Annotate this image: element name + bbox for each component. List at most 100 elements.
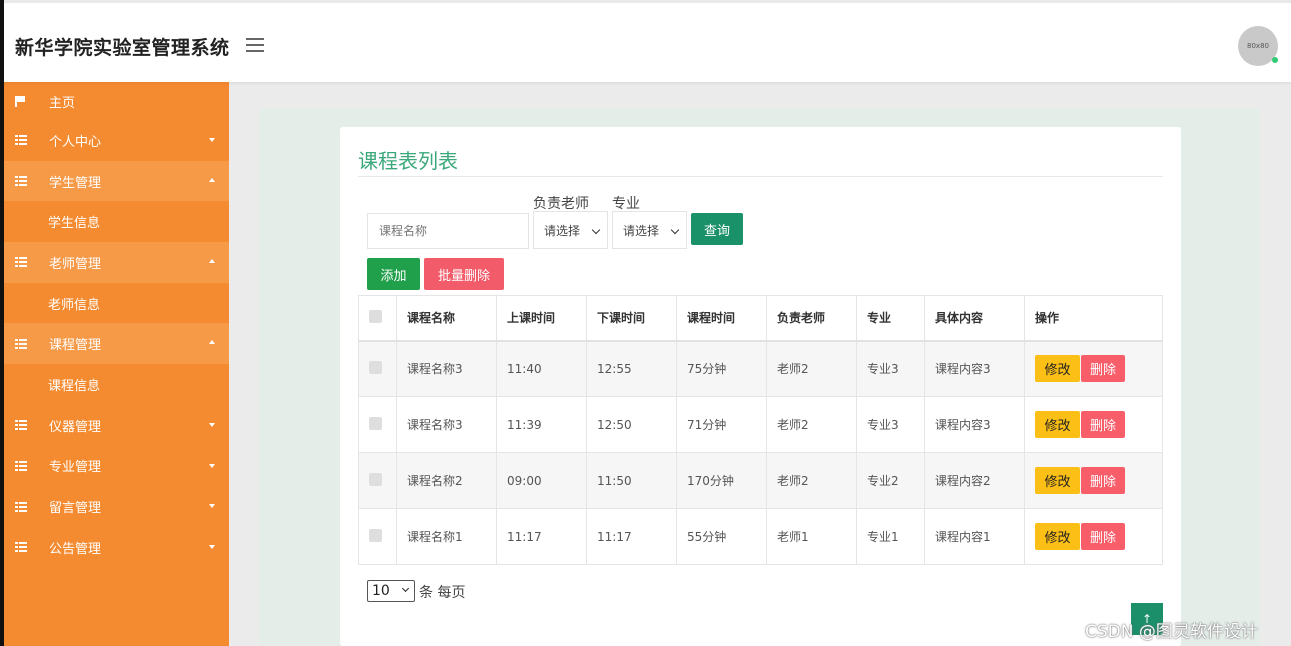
caret-up-icon	[209, 177, 215, 182]
sidebar-item-label: 课程管理	[49, 338, 102, 354]
sidebar-item-course-info[interactable]: 课程信息	[4, 364, 229, 405]
sidebar-item-label: 公告管理	[49, 541, 102, 557]
user-avatar[interactable]: 80x80	[1238, 26, 1278, 66]
cell-teacher: 老师2	[766, 452, 857, 509]
cell-start-time: 09:00	[496, 452, 587, 509]
row-checkbox[interactable]	[369, 360, 382, 374]
edit-button[interactable]: 修改	[1035, 523, 1080, 550]
sidebar-item-label: 专业管理	[49, 460, 102, 476]
sidebar-item-label: 学生管理	[49, 175, 102, 191]
caret-down-icon	[209, 463, 215, 468]
cell-course-name: 课程名称1	[396, 508, 497, 565]
cell-teacher: 老师2	[766, 396, 857, 453]
cell-actions: 修改 删除	[1024, 452, 1163, 509]
sidebar-item-label: 主页	[49, 95, 76, 111]
major-filter-label: 专业	[612, 196, 640, 212]
list-icon	[15, 501, 27, 512]
table-row: 课程名称2 09:00 11:50 170分钟 老师2 专业2 课程内容2 修改…	[358, 452, 1163, 509]
row-select-cell	[358, 508, 397, 565]
major-select[interactable]: 请选择	[612, 211, 687, 249]
caret-down-icon	[209, 138, 215, 142]
add-button[interactable]: 添加	[367, 258, 420, 290]
table-row: 课程名称1 11:17 11:17 55分钟 老师1 专业1 课程内容1 修改删…	[358, 508, 1163, 565]
list-icon	[15, 460, 27, 471]
edit-button[interactable]: 修改	[1035, 467, 1080, 494]
caret-down-icon	[209, 422, 215, 427]
sidebar-item-teacher-info[interactable]: 老师信息	[4, 283, 229, 324]
hamburger-menu-icon[interactable]	[246, 38, 264, 52]
sidebar-item-teacher-management[interactable]: 老师管理	[4, 242, 229, 283]
column-header: 具体内容	[924, 295, 1025, 342]
row-checkbox[interactable]	[369, 416, 382, 430]
sidebar-item-label: 留言管理	[49, 501, 102, 517]
delete-button[interactable]: 删除	[1081, 467, 1125, 494]
list-icon	[15, 176, 27, 187]
sidebar-item-label: 老师信息	[48, 297, 101, 313]
teacher-select[interactable]: 请选择	[533, 211, 608, 249]
cell-content: 课程内容3	[924, 340, 1025, 397]
sidebar-item-instrument-management[interactable]: 仪器管理	[4, 405, 229, 446]
caret-up-icon	[209, 259, 215, 264]
edit-button[interactable]: 修改	[1035, 355, 1080, 383]
sidebar-item-personal-center[interactable]: 个人中心	[4, 120, 229, 161]
chevron-down-icon	[591, 225, 601, 235]
sidebar: 主页 个人中心 学生管理 学生信息 老师管理 老师信息 课程管理 课程信息 仪器…	[4, 82, 229, 646]
teacher-filter-label: 负责老师	[533, 196, 589, 212]
sidebar-item-notice-management[interactable]: 公告管理	[4, 527, 229, 568]
chevron-down-icon	[670, 225, 680, 235]
cell-major: 专业2	[856, 452, 925, 509]
cell-start-time: 11:40	[496, 340, 587, 397]
course-list-panel: 课程表列表 负责老师 专业 请选择 请选择 查询 添加 批量删除 课程名称 上课…	[340, 127, 1181, 646]
avatar-placeholder-text: 80x80	[1247, 42, 1269, 50]
cell-duration: 71分钟	[676, 396, 767, 453]
row-checkbox[interactable]	[369, 528, 382, 542]
flag-icon	[15, 96, 27, 107]
cell-content: 课程内容2	[924, 452, 1025, 509]
sidebar-item-student-info[interactable]: 学生信息	[4, 201, 229, 242]
select-all-cell	[358, 295, 397, 342]
list-icon	[15, 257, 27, 268]
sidebar-item-student-management[interactable]: 学生管理	[4, 160, 229, 202]
row-checkbox[interactable]	[369, 472, 382, 486]
cell-course-name: 课程名称2	[396, 452, 497, 509]
table-row: 课程名称3 11:39 12:50 71分钟 老师2 专业3 课程内容3 修改删…	[358, 396, 1163, 453]
cell-duration: 170分钟	[676, 452, 767, 509]
teacher-select-value: 请选择	[544, 223, 581, 238]
sidebar-item-message-management[interactable]: 留言管理	[4, 486, 229, 527]
sidebar-item-label: 老师管理	[49, 256, 102, 272]
cell-major: 专业3	[856, 340, 925, 397]
sidebar-item-course-management[interactable]: 课程管理	[4, 323, 229, 365]
column-header: 上课时间	[496, 295, 587, 342]
sidebar-item-label: 课程信息	[48, 378, 101, 394]
cell-end-time: 11:50	[586, 452, 677, 509]
row-select-cell	[358, 340, 397, 397]
select-all-checkbox[interactable]	[369, 309, 382, 323]
app-title: 新华学院实验室管理系统	[15, 37, 230, 59]
cell-content: 课程内容1	[924, 508, 1025, 565]
edit-button[interactable]: 修改	[1035, 411, 1080, 438]
page-size-select[interactable]: 10	[367, 580, 415, 602]
delete-button[interactable]: 删除	[1081, 523, 1125, 550]
page-title: 课程表列表	[358, 149, 458, 173]
cell-teacher: 老师2	[766, 340, 857, 397]
cell-start-time: 11:39	[496, 396, 587, 453]
column-header: 下课时间	[586, 295, 677, 342]
course-name-input[interactable]	[367, 213, 529, 249]
list-icon	[15, 135, 27, 146]
row-select-cell	[358, 396, 397, 453]
column-header: 课程时间	[676, 295, 767, 342]
bulk-delete-button[interactable]: 批量删除	[424, 258, 504, 290]
sidebar-item-major-management[interactable]: 专业管理	[4, 446, 229, 487]
cell-course-name: 课程名称3	[396, 340, 497, 397]
sidebar-item-home[interactable]: 主页	[4, 82, 229, 120]
cell-end-time: 11:17	[586, 508, 677, 565]
delete-button[interactable]: 删除	[1081, 355, 1125, 383]
cell-end-time: 12:50	[586, 396, 677, 453]
delete-button[interactable]: 删除	[1081, 411, 1125, 438]
divider	[358, 176, 1163, 177]
row-select-cell	[358, 452, 397, 509]
query-button[interactable]: 查询	[691, 213, 743, 245]
cell-end-time: 12:55	[586, 340, 677, 397]
page-size-suffix: 条 每页	[419, 585, 466, 601]
column-header: 专业	[856, 295, 925, 342]
